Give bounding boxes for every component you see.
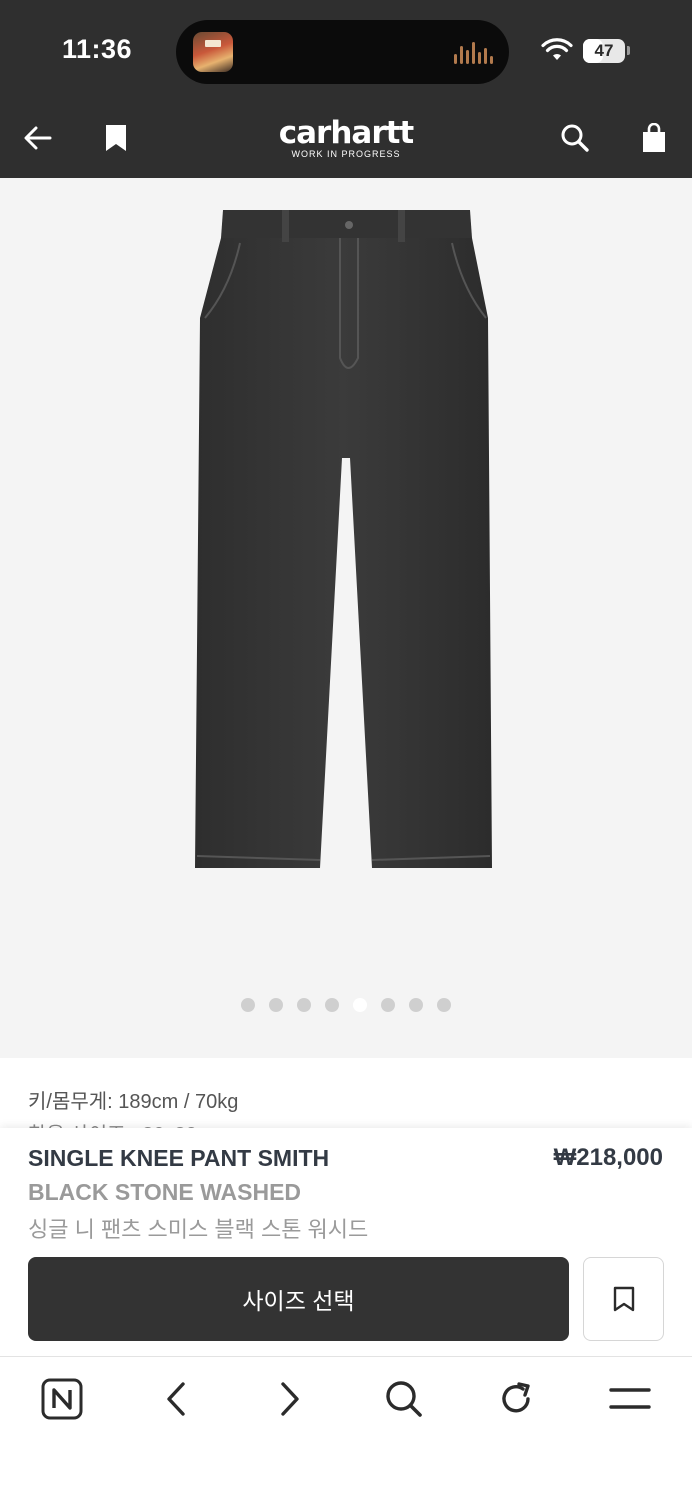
search-icon[interactable] <box>380 1377 428 1421</box>
bookmark-outline-icon <box>613 1286 634 1312</box>
logo-name: carhartt <box>278 115 415 151</box>
battery-percent: 47 <box>594 41 614 60</box>
pagination-dot[interactable] <box>409 998 423 1012</box>
product-korean-name: 싱글 니 팬츠 스미스 블랙 스톤 워시드 <box>28 1217 369 1242</box>
forward-chevron-icon[interactable] <box>266 1377 314 1421</box>
status-time: 11:36 <box>62 34 133 64</box>
select-size-button[interactable]: 사이즈 선택 <box>28 1257 569 1341</box>
pagination-dot[interactable] <box>297 998 311 1012</box>
wifi-icon <box>541 38 573 60</box>
battery-icon: 47 <box>583 39 625 63</box>
dynamic-island[interactable] <box>176 20 509 84</box>
back-arrow-icon[interactable] <box>20 118 56 158</box>
brand-logo[interactable]: carhartt WORK IN PROGRESS <box>260 115 432 160</box>
pagination-dot[interactable] <box>353 998 367 1012</box>
audio-waveform-icon <box>454 40 494 64</box>
bookmark-icon[interactable] <box>98 118 134 158</box>
refresh-icon[interactable] <box>492 1377 540 1421</box>
pagination-dot[interactable] <box>437 998 451 1012</box>
menu-icon[interactable] <box>606 1377 654 1421</box>
shopping-bag-icon[interactable] <box>636 118 672 158</box>
naver-n-icon[interactable] <box>38 1377 86 1421</box>
now-playing-artwork <box>193 32 233 72</box>
battery-nub <box>627 46 630 55</box>
back-chevron-icon[interactable] <box>152 1377 200 1421</box>
pagination-dot[interactable] <box>269 998 283 1012</box>
wishlist-button[interactable] <box>583 1257 664 1341</box>
browser-toolbar <box>0 1356 692 1500</box>
product-image-gallery[interactable] <box>0 178 692 1058</box>
product-image[interactable] <box>190 208 500 873</box>
image-pagination-dots[interactable] <box>0 998 692 1012</box>
product-price: ₩218,000 <box>553 1144 663 1171</box>
top-bar: 11:36 47 carhartt WORK IN PROGRESS <box>0 0 692 178</box>
pagination-dot[interactable] <box>381 998 395 1012</box>
pagination-dot[interactable] <box>325 998 339 1012</box>
product-color: BLACK STONE WASHED <box>28 1179 302 1205</box>
search-icon[interactable] <box>557 118 593 158</box>
product-name: SINGLE KNEE PANT SMITH <box>28 1145 330 1171</box>
pagination-dot[interactable] <box>241 998 255 1012</box>
product-purchase-sheet: SINGLE KNEE PANT SMITH ₩218,000 BLACK ST… <box>0 1128 692 1356</box>
model-height-weight: 키/몸무게: 189cm / 70kg <box>28 1091 239 1113</box>
